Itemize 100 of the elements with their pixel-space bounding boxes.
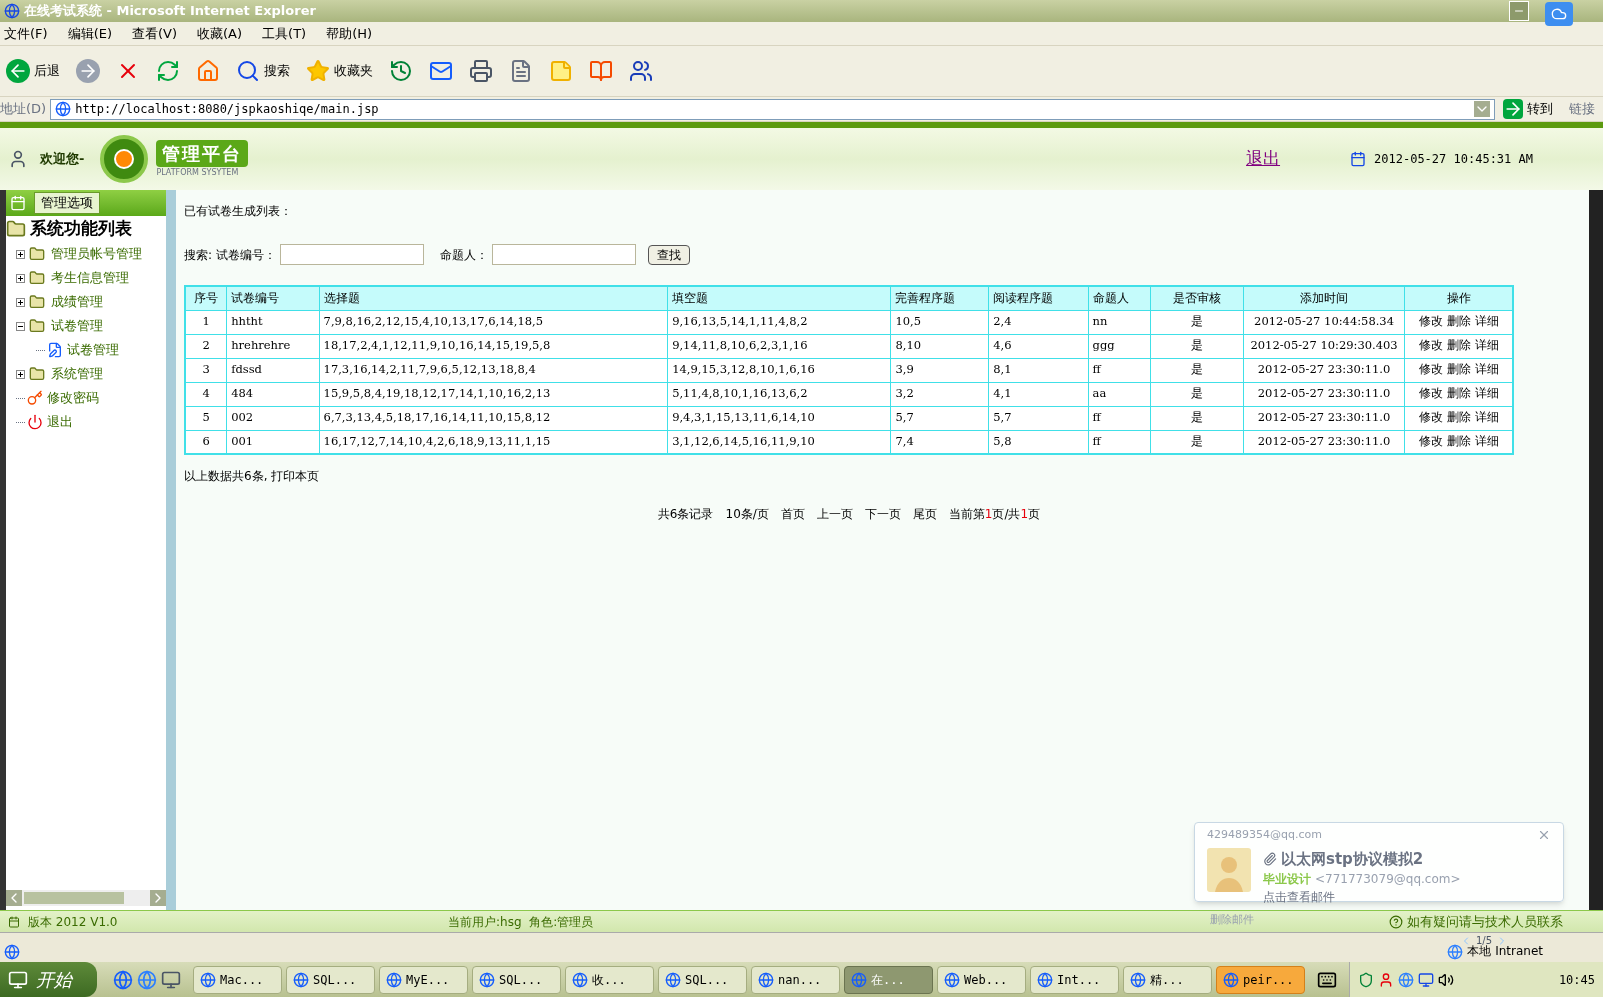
mail-subject[interactable]: 以太网stp协议模拟2 xyxy=(1281,847,1424,870)
action-link[interactable]: 详细 xyxy=(1474,410,1499,425)
taskbar-button[interactable]: 收... xyxy=(565,965,654,994)
table-cell: 7,9,8,16,2,12,15,4,10,13,17,6,14,18,5 xyxy=(319,310,668,334)
table-cell: 484 xyxy=(226,382,320,406)
table-cell: 10,5 xyxy=(890,310,989,334)
action-link[interactable]: 修改 xyxy=(1418,338,1443,353)
action-link[interactable]: 删除 xyxy=(1446,410,1471,425)
menu-item[interactable]: 查看(V) xyxy=(132,23,178,44)
address-field[interactable]: http://localhost:8080/jspkaoshiqe/main.jsp xyxy=(50,98,1495,120)
table-cell: hhtht xyxy=(226,310,320,334)
table-cell: 3 xyxy=(185,358,227,382)
search-label: 搜索: xyxy=(184,246,213,264)
mail-notification[interactable]: 429489354@qq.com 以太网stp协议模拟2 毕业设计 <771773079@qq.com> 点击查看邮件 xyxy=(1194,822,1564,902)
start-button[interactable]: 开始 xyxy=(0,962,97,997)
action-link[interactable]: 删除 xyxy=(1446,362,1471,377)
address-label: 地址(D) xyxy=(0,100,47,119)
toolbar-button[interactable]: 后退 xyxy=(4,53,62,89)
taskbar-button[interactable]: SQL... xyxy=(286,965,375,994)
action-link[interactable]: 删除 xyxy=(1446,338,1471,353)
table-cell: 1 xyxy=(185,310,227,334)
column-header: 阅读程序题 xyxy=(988,286,1089,310)
sidebar-link[interactable]: 考生信息管理 xyxy=(51,268,129,288)
taskbar-button[interactable]: SQL... xyxy=(472,965,561,994)
mail-pager: 1/5 xyxy=(1476,934,1493,946)
welcome-text: 欢迎您- xyxy=(40,150,85,169)
taskbar-button[interactable]: MyE... xyxy=(379,965,468,994)
table-cell: ggg xyxy=(1088,334,1150,358)
action-link[interactable]: 删除 xyxy=(1446,386,1471,401)
table-cell: 5 xyxy=(185,406,227,430)
table-cell: 5,7 xyxy=(890,406,989,430)
page-indicator: 当前第1页/共1页 xyxy=(948,506,1041,523)
pagination-link[interactable]: 上一页 xyxy=(816,505,853,523)
action-link[interactable]: 删除 xyxy=(1446,434,1471,449)
sidebar-link[interactable]: 管理员帐号管理 xyxy=(51,244,142,264)
pagination-link[interactable]: 首页 xyxy=(780,505,805,523)
field-label: 命题人： xyxy=(440,246,489,264)
pagination-link[interactable]: 尾页 xyxy=(912,505,937,523)
zone-text: 本地 Intranet xyxy=(1467,944,1543,960)
table-cell: 15,9,5,8,4,19,18,12,17,14,1,10,16,2,13 xyxy=(319,382,668,406)
taskbar-button[interactable]: Mac... xyxy=(193,965,282,994)
action-link[interactable]: 详细 xyxy=(1474,338,1499,353)
column-header: 选择题 xyxy=(319,286,668,310)
action-link[interactable]: 修改 xyxy=(1418,386,1443,401)
record-count: 共6条记录 xyxy=(657,506,714,523)
page-heading: 已有试卷生成列表： xyxy=(184,203,293,220)
action-link[interactable]: 修改 xyxy=(1418,410,1443,425)
sidebar-tab[interactable]: 管理选项 xyxy=(34,192,100,214)
action-link[interactable]: 详细 xyxy=(1474,386,1499,401)
taskbar-button[interactable]: nan... xyxy=(751,965,840,994)
sidebar-link[interactable]: 修改密码 xyxy=(47,388,99,408)
action-link[interactable]: 详细 xyxy=(1474,314,1499,329)
sidebar-link[interactable]: 试卷管理 xyxy=(67,340,119,360)
menu-item[interactable]: 帮助(H) xyxy=(326,23,373,44)
go-button[interactable]: 转到 xyxy=(1499,99,1557,119)
action-link[interactable]: 删除 xyxy=(1446,314,1471,329)
table-cell: 8,10 xyxy=(890,334,989,358)
table-cell: 4 xyxy=(185,382,227,406)
pagination-link[interactable]: 下一页 xyxy=(864,505,901,523)
toolbar-button[interactable]: 搜索 xyxy=(234,53,292,89)
table-cell: 9,14,11,8,10,6,2,3,1,16 xyxy=(667,334,891,358)
table-cell: hrehrehre xyxy=(226,334,320,358)
action-link[interactable]: 修改 xyxy=(1418,314,1443,329)
search-button[interactable]: 查找 xyxy=(648,244,691,265)
table-cell: 14,9,15,3,12,8,10,1,6,16 xyxy=(667,358,891,382)
menu-item[interactable]: 工具(T) xyxy=(262,23,307,44)
action-link[interactable]: 详细 xyxy=(1474,362,1499,377)
tree-title: 系统功能列表 xyxy=(30,217,132,241)
links-label[interactable]: 链接 xyxy=(1561,99,1603,119)
logo-subtitle: PLATFORM SYSYTEM xyxy=(156,166,240,179)
menu-item[interactable]: 收藏(A) xyxy=(197,23,243,44)
table-cell: ff xyxy=(1088,406,1150,430)
clock: 10:45 xyxy=(1558,971,1595,989)
table-cell: 2012-05-27 10:29:30.403 xyxy=(1243,334,1405,358)
menu-item[interactable]: 文件(F) xyxy=(4,23,48,44)
taskbar-button[interactable]: 精... xyxy=(1123,965,1212,994)
table-cell: ff xyxy=(1088,358,1150,382)
toolbar-button[interactable]: 收藏夹 xyxy=(304,53,375,89)
date-time: 2012-05-27 10:45:31 AM xyxy=(1374,151,1533,168)
menu-item[interactable]: 编辑(E) xyxy=(67,23,112,44)
column-header: 序号 xyxy=(185,286,227,310)
action-link[interactable]: 详细 xyxy=(1474,434,1499,449)
table-cell: 8,1 xyxy=(988,358,1089,382)
taskbar-button[interactable]: Int... xyxy=(1030,965,1119,994)
sidebar-link[interactable]: 试卷管理 xyxy=(51,316,103,336)
sidebar-link[interactable]: 系统管理 xyxy=(51,364,103,384)
action-link[interactable]: 修改 xyxy=(1418,434,1443,449)
table-cell: 9,16,13,5,14,1,11,4,8,2 xyxy=(667,310,891,334)
logout-link[interactable]: 退出 xyxy=(1246,146,1281,172)
sender-name: 毕业设计 xyxy=(1263,871,1311,888)
taskbar-button[interactable]: SQL... xyxy=(658,965,747,994)
taskbar-button[interactable]: peir... xyxy=(1216,965,1305,994)
action-link[interactable]: 修改 xyxy=(1418,362,1443,377)
sidebar-link[interactable]: 成绩管理 xyxy=(51,292,103,312)
table-cell: 2012-05-27 23:30:11.0 xyxy=(1243,382,1405,406)
window-title: 在线考试系统 - Microsoft Internet Explorer xyxy=(24,2,316,21)
logo-title: 管理平台 xyxy=(156,139,248,167)
taskbar-button[interactable]: Web... xyxy=(937,965,1026,994)
table-cell: 2012-05-27 23:30:11.0 xyxy=(1243,406,1405,430)
sidebar-link[interactable]: 退出 xyxy=(47,412,73,432)
